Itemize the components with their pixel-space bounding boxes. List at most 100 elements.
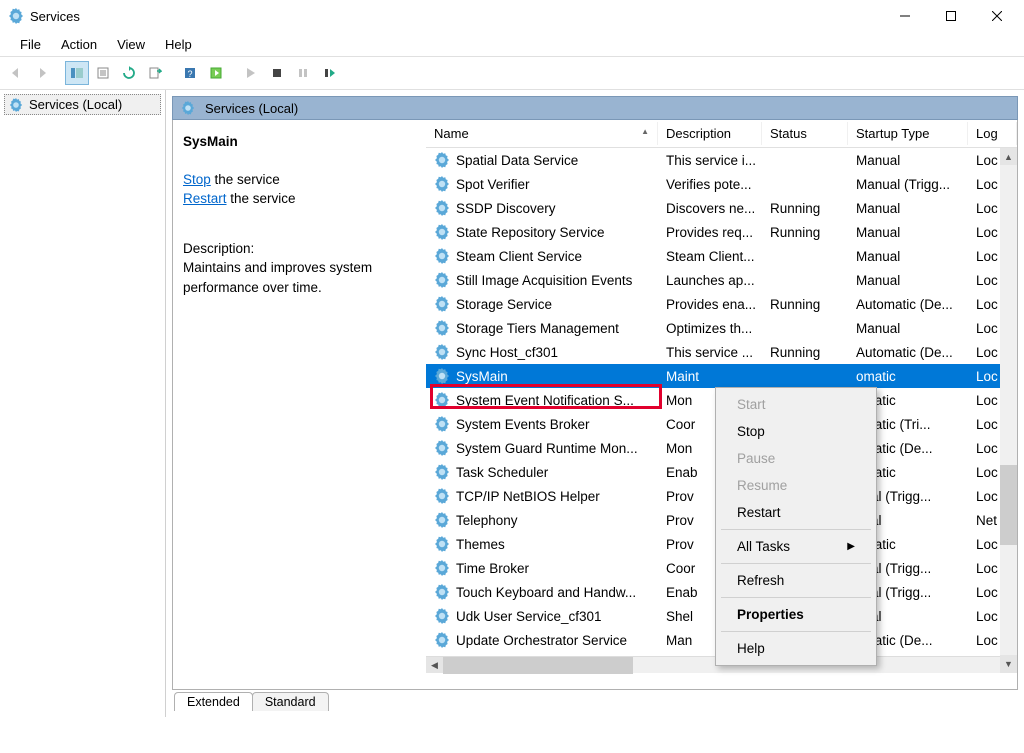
service-name: TCP/IP NetBIOS Helper [456,489,600,504]
service-row[interactable]: Spatial Data Service This service i... Man… [426,148,1017,172]
start-service-button[interactable] [239,61,263,85]
window-title: Services [30,9,882,24]
service-startup: Automatic (De... [848,345,968,360]
ctx-stop[interactable]: Stop [719,418,873,445]
service-desc: Steam Client... [658,249,762,264]
column-description[interactable]: Description [658,122,762,145]
column-startup-type[interactable]: Startup Type [848,122,968,145]
ctx-restart[interactable]: Restart [719,499,873,526]
export-button[interactable] [143,61,167,85]
service-startup: Manual [848,225,968,240]
service-row[interactable]: Still Image Acquisition EventsLaunches a… [426,268,1017,292]
gear-icon [434,248,450,264]
menu-action[interactable]: Action [51,35,107,54]
service-startup: Manual [848,153,968,168]
vertical-scrollbar[interactable]: ▲ ▼ [1000,148,1017,672]
gear-icon [434,272,450,288]
service-row[interactable]: Storage ServiceProvides ena...RunningAut… [426,292,1017,316]
service-name: Spatial Data Service [456,153,578,168]
service-desc: Verifies pote... [658,177,762,192]
service-name: System Guard Runtime Mon... [456,441,638,456]
context-menu: Start Stop Pause Resume Restart All Task… [715,387,877,666]
description-text: Maintains and improves system performanc… [183,258,416,297]
pane-body: SysMain Stop the service Restart the ser… [172,120,1018,690]
tree-item-services-local[interactable]: Services (Local) [4,94,161,115]
service-row[interactable]: State Repository ServiceProvides req...R… [426,220,1017,244]
column-name[interactable]: Name▲ [426,122,658,145]
vscroll-thumb[interactable] [1000,465,1017,545]
service-row[interactable]: Spot VerifierVerifies pote...Manual (Tri… [426,172,1017,196]
service-name: Touch Keyboard and Handw... [456,585,636,600]
help-button[interactable]: ? [178,61,202,85]
stop-service-link[interactable]: Stop [183,172,211,187]
service-name: Still Image Acquisition Events [456,273,632,288]
menu-help[interactable]: Help [155,35,202,54]
menu-view[interactable]: View [107,35,155,54]
service-name: Themes [456,537,505,552]
service-name: Steam Client Service [456,249,582,264]
service-name: System Events Broker [456,417,590,432]
service-row[interactable]: Steam Client Service Steam Client... Manua… [426,244,1017,268]
service-name: Sync Host_cf301 [456,345,558,360]
gear-icon [434,440,450,456]
service-startup: Automatic (De... [848,297,968,312]
refresh-button[interactable] [117,61,141,85]
toolbar: ? [0,56,1024,90]
gear-icon [181,101,195,115]
service-row[interactable]: SysMainMaintomaticLoc [426,364,1017,388]
service-status: Running [762,225,848,240]
gear-icon [434,584,450,600]
service-status: Running [762,345,848,360]
description-label: Description: [183,239,416,259]
pause-service-button[interactable] [291,61,315,85]
ctx-all-tasks[interactable]: All Tasks▶ [719,533,873,560]
close-button[interactable] [974,0,1020,32]
gear-icon [434,344,450,360]
service-name: Storage Service [456,297,552,312]
gear-icon [434,200,450,216]
service-startup: Manual [848,321,968,336]
stop-service-button[interactable] [265,61,289,85]
view-tabs: Extended Standard [172,689,1018,711]
ctx-refresh[interactable]: Refresh [719,567,873,594]
service-name: SysMain [456,369,508,384]
sort-indicator-icon: ▲ [641,127,649,136]
maximize-button[interactable] [928,0,974,32]
service-name: Update Orchestrator Service [456,633,627,648]
ctx-properties[interactable]: Properties [719,601,873,628]
service-row[interactable]: Storage Tiers ManagementOptimizes th...M… [426,316,1017,340]
scroll-down-button[interactable]: ▼ [1000,655,1017,672]
hscroll-thumb[interactable] [443,657,633,674]
back-button[interactable] [4,61,28,85]
show-hide-tree-button[interactable] [65,61,89,85]
tab-standard[interactable]: Standard [252,692,329,711]
tree-item-label: Services (Local) [29,97,122,112]
minimize-button[interactable] [882,0,928,32]
scroll-up-button[interactable]: ▲ [1000,148,1017,165]
scroll-left-button[interactable]: ◀ [426,657,443,673]
properties-button[interactable] [91,61,115,85]
service-row[interactable]: SSDP DiscoveryDiscovers ne...RunningManu… [426,196,1017,220]
show-help-button[interactable] [204,61,228,85]
column-status[interactable]: Status [762,122,848,145]
menu-bar: File Action View Help [0,32,1024,56]
ctx-help[interactable]: Help [719,635,873,662]
column-logon[interactable]: Log [968,122,1017,145]
service-startup: Manual [848,249,968,264]
service-desc: Optimizes th... [658,321,762,336]
restart-service-link[interactable]: Restart [183,191,227,206]
service-desc: This service i... [658,153,762,168]
service-detail: SysMain Stop the service Restart the ser… [173,120,426,689]
tab-extended[interactable]: Extended [174,692,253,711]
gear-icon [434,632,450,648]
menu-file[interactable]: File [10,35,51,54]
gear-icon [434,560,450,576]
service-row[interactable]: Sync Host_cf301This service ...RunningAu… [426,340,1017,364]
gear-icon [434,320,450,336]
service-name: Telephony [456,513,518,528]
forward-button[interactable] [30,61,54,85]
service-startup: omatic [848,369,968,384]
gear-icon [434,488,450,504]
pane-header-title: Services (Local) [205,101,298,116]
restart-service-button[interactable] [317,61,341,85]
